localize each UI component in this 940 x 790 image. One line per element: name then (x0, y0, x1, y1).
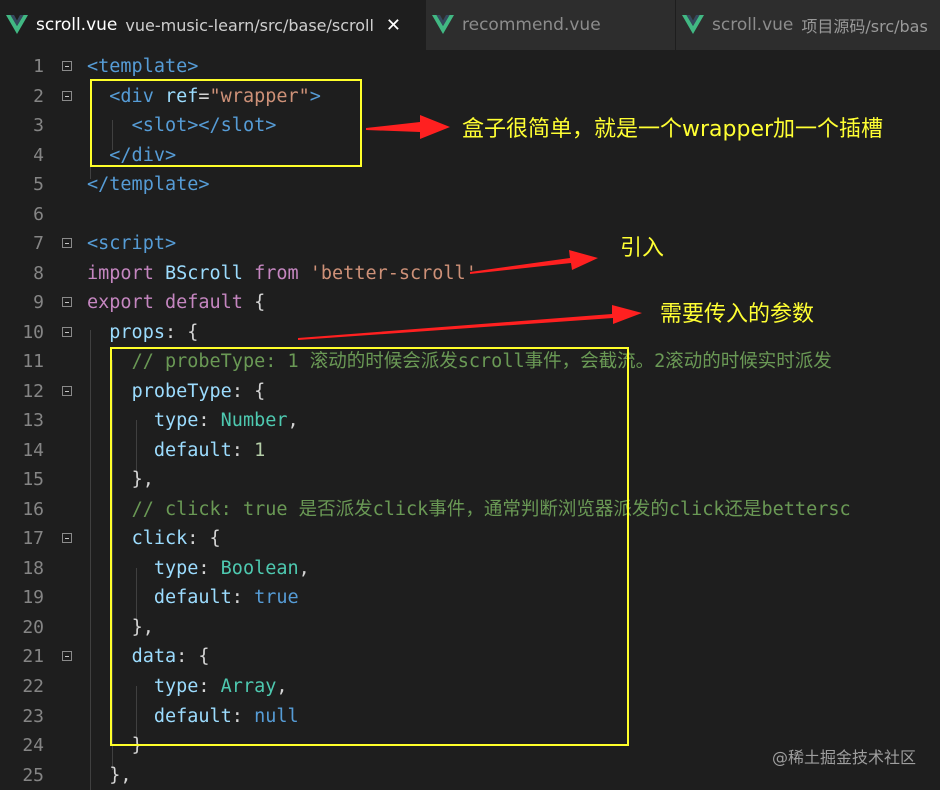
watermark: @稀土掘金技术社区 (771, 748, 916, 767)
red-arrow-icon (366, 115, 450, 139)
red-arrow-icon (298, 305, 642, 340)
annotation-note-import: 引入 (620, 236, 665, 261)
red-arrow-icon (470, 250, 598, 274)
annotation-note-params: 需要传入的参数 (660, 302, 815, 327)
annotation-note-wrapper: 盒子很简单，就是一个wrapper加一个插槽 (462, 117, 884, 142)
